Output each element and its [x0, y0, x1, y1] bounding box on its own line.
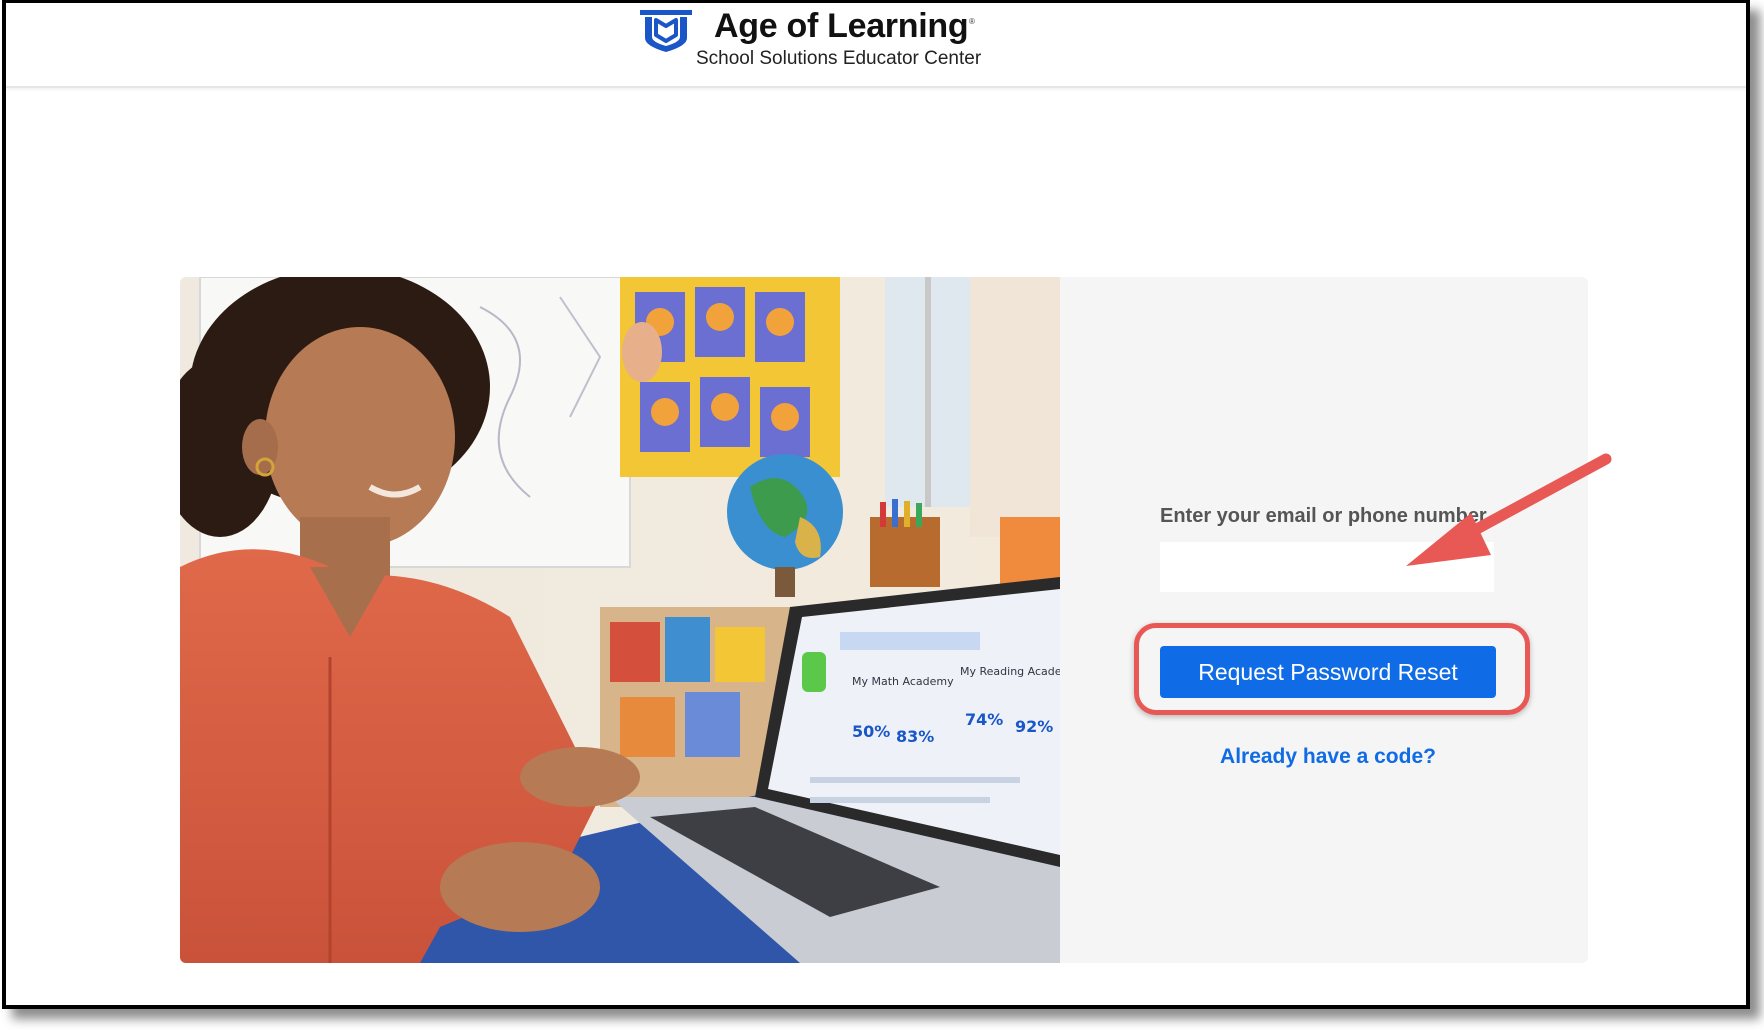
- already-have-code-link[interactable]: Already have a code?: [1160, 745, 1496, 769]
- reset-card: My Math Academy My Reading Academy 50% 8…: [180, 277, 1588, 963]
- laptop-stat-4: 92%: [1015, 717, 1053, 736]
- registered-mark: ®: [969, 17, 975, 26]
- laptop-stat-1: 50%: [852, 722, 890, 741]
- browser-frame: Age of Learning ® School Solutions Educa…: [2, 0, 1750, 1009]
- laptop-stat-2: 83%: [896, 727, 934, 746]
- brand-title: Age of Learning: [714, 7, 969, 45]
- laptop-app-title: My Math Academy: [852, 675, 954, 688]
- annotation-arrow-icon: [1406, 453, 1612, 566]
- brand-subtitle: School Solutions Educator Center: [696, 48, 982, 69]
- annotation-highlight-ring: [1134, 623, 1530, 715]
- teacher-photo: My Math Academy My Reading Academy 50% 8…: [180, 277, 1060, 963]
- site-header: Age of Learning ® School Solutions Educa…: [6, 3, 1746, 88]
- laptop-app-title-2: My Reading Academy: [960, 665, 1060, 678]
- open-book-shield-icon: [640, 10, 692, 52]
- laptop-stat-3: 74%: [965, 710, 1003, 729]
